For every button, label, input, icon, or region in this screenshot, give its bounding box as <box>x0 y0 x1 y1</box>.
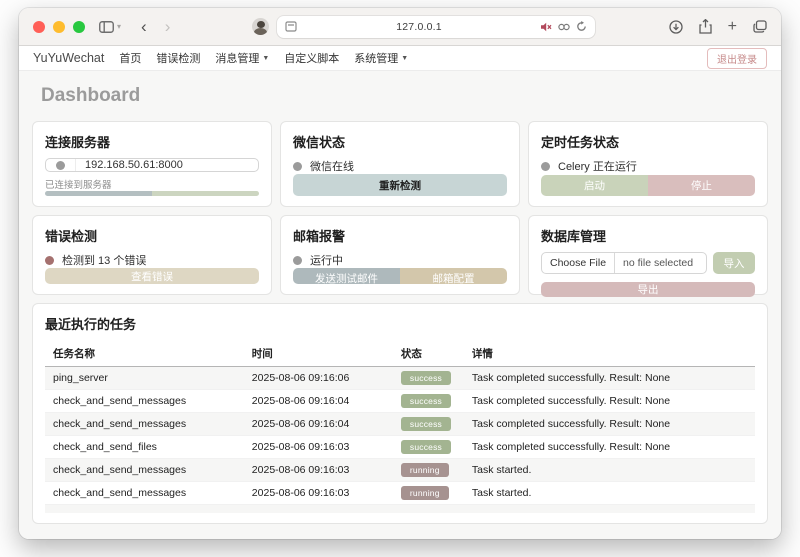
share-icon[interactable] <box>699 19 712 34</box>
chevron-down-icon: ▼ <box>262 54 270 62</box>
header-detail: 详情 <box>463 341 755 367</box>
status-badge: running <box>400 486 449 500</box>
status-badge: success <box>400 417 451 431</box>
send-test-mail-button[interactable]: 发送测试邮件 <box>293 268 400 284</box>
header-task-name: 任务名称 <box>45 341 244 367</box>
address-bar[interactable]: 127.0.0.1 <box>277 15 595 38</box>
file-input[interactable]: Choose File no file selected <box>541 252 707 274</box>
card-scheduler-status: 定时任务状态 Celery 正在运行 启动 停止 <box>528 121 768 207</box>
table-row: check_and_send_messages 2025-08-06 09:16… <box>45 389 755 413</box>
save-ip-button[interactable]: 保存IP <box>152 191 259 196</box>
stop-button[interactable]: 停止 <box>648 175 755 196</box>
nav-item-message-manage[interactable]: 消息管理 ▼ <box>215 50 269 66</box>
table-header-row: 任务名称 时间 状态 详情 <box>45 341 755 367</box>
view-errors-button[interactable]: 查看错误 <box>45 268 259 284</box>
tasks-table: 任务名称 时间 状态 详情 ping_server 2025-08-06 09:… <box>45 341 755 504</box>
nav-item-custom-script[interactable]: 自定义脚本 <box>284 50 339 66</box>
card-title: 连接服务器 <box>45 135 111 150</box>
new-tab-icon[interactable]: + <box>728 18 737 36</box>
table-row: check_and_send_files 2025-08-06 09:16:03… <box>45 435 755 459</box>
table-row: check_and_send_messages 2025-08-06 09:16… <box>45 458 755 482</box>
recheck-button[interactable]: 重新检测 <box>293 174 507 196</box>
file-status-text: no file selected <box>623 257 694 269</box>
server-status-text: 已连接到服务器 <box>45 180 112 191</box>
table-row: ping_server 2025-08-06 09:16:06 success … <box>45 366 755 390</box>
server-status-dot <box>56 160 65 170</box>
choose-file-button[interactable]: Choose File <box>542 253 616 273</box>
nav-item-home[interactable]: 首页 <box>119 50 141 66</box>
email-status-dot <box>293 255 302 265</box>
status-badge: success <box>400 440 451 454</box>
mail-config-button[interactable]: 邮箱配置 <box>400 268 507 284</box>
header-time: 时间 <box>243 341 393 367</box>
recent-tasks-card: 最近执行的任务 任务名称 时间 状态 详情 ping_server 2025-0… <box>32 303 768 524</box>
nav-item-system-manage[interactable]: 系统管理 ▼ <box>354 50 408 66</box>
card-title: 微信状态 <box>293 135 346 150</box>
table-row: check_and_send_messages 2025-08-06 09:16… <box>45 412 755 436</box>
nav-item-error-detect[interactable]: 错误检测 <box>156 50 200 66</box>
status-badge: success <box>400 371 451 385</box>
table-title: 最近执行的任务 <box>45 317 137 332</box>
card-title: 数据库管理 <box>541 229 607 244</box>
server-ip-box <box>45 158 259 172</box>
web-page: YuYuWechat 首页 错误检测 消息管理 ▼ 自定义脚本 系统管理 ▼ 退出登… <box>19 46 781 539</box>
card-title: 定时任务状态 <box>541 135 620 150</box>
chevron-down-icon: ▼ <box>401 54 409 62</box>
mute-audio-icon[interactable] <box>541 22 552 32</box>
card-grid: 连接服务器 已连接到服务器 测试连接 保存IP 微信状态 <box>32 121 768 297</box>
profile-extension-icon[interactable] <box>252 18 269 35</box>
server-ip-input[interactable] <box>76 159 258 171</box>
table-row: check_and_send_messages 2025-08-06 09:16… <box>45 481 755 505</box>
browser-window: ▾ ‹ › 127.0.0.1 + YuYuWechat 首页 错误检测 消息管… <box>19 8 781 539</box>
card-wechat-status: 微信状态 微信在线 重新检测 <box>280 121 520 207</box>
card-email-alert: 邮箱报警 运行中 发送测试邮件 邮箱配置 <box>280 215 520 295</box>
reload-icon[interactable] <box>576 21 587 32</box>
export-button[interactable]: 导出 <box>541 282 755 297</box>
email-status-text: 运行中 <box>310 255 343 267</box>
page-format-icon[interactable] <box>285 21 297 32</box>
header-status: 状态 <box>392 341 464 367</box>
url-text[interactable]: 127.0.0.1 <box>303 21 535 33</box>
status-badge: success <box>400 394 451 408</box>
downloads-icon[interactable] <box>669 19 683 34</box>
card-title: 邮箱报警 <box>293 229 346 244</box>
browser-titlebar: ▾ ‹ › 127.0.0.1 + <box>19 8 781 46</box>
back-button[interactable]: ‹ <box>141 18 147 35</box>
zoom-window-button[interactable] <box>73 20 85 33</box>
page-title: Dashboard <box>41 85 141 106</box>
import-button[interactable]: 导入 <box>713 252 755 274</box>
test-connection-button[interactable]: 测试连接 <box>45 191 152 196</box>
card-error-detection: 错误检测 检测到 13 个错误 查看错误 <box>32 215 272 295</box>
start-button[interactable]: 启动 <box>541 175 648 196</box>
scheduler-status-dot <box>541 161 550 171</box>
dashboard-content: Dashboard 连接服务器 已连接到服务器 测试连接 保存IP <box>19 71 781 539</box>
sidebar-toggle-icon[interactable] <box>99 20 114 33</box>
brand[interactable]: YuYuWechat <box>33 51 104 65</box>
card-server-connection: 连接服务器 已连接到服务器 测试连接 保存IP <box>32 121 272 207</box>
error-status-text: 检测到 13 个错误 <box>62 255 147 267</box>
translate-icon[interactable] <box>558 22 570 32</box>
sidebar-chevron-icon[interactable]: ▾ <box>117 22 121 31</box>
tab-overview-icon[interactable] <box>753 20 767 33</box>
scheduler-status-text: Celery 正在运行 <box>558 161 637 173</box>
close-window-button[interactable] <box>33 20 45 33</box>
card-title: 错误检测 <box>45 229 98 244</box>
status-badge: running <box>400 463 449 477</box>
traffic-lights <box>33 20 85 33</box>
wechat-status-text: 微信在线 <box>310 161 354 173</box>
card-database-manage: 数据库管理 Choose File no file selected 导入 导出 <box>528 215 768 297</box>
minimize-window-button[interactable] <box>53 20 65 33</box>
forward-button[interactable]: › <box>165 18 171 35</box>
logout-button[interactable]: 退出登录 <box>707 47 767 69</box>
table-row-partial <box>45 504 755 513</box>
wechat-status-dot <box>293 161 302 171</box>
site-navbar: YuYuWechat 首页 错误检测 消息管理 ▼ 自定义脚本 系统管理 ▼ 退出登… <box>19 46 781 71</box>
error-status-dot <box>45 255 54 265</box>
